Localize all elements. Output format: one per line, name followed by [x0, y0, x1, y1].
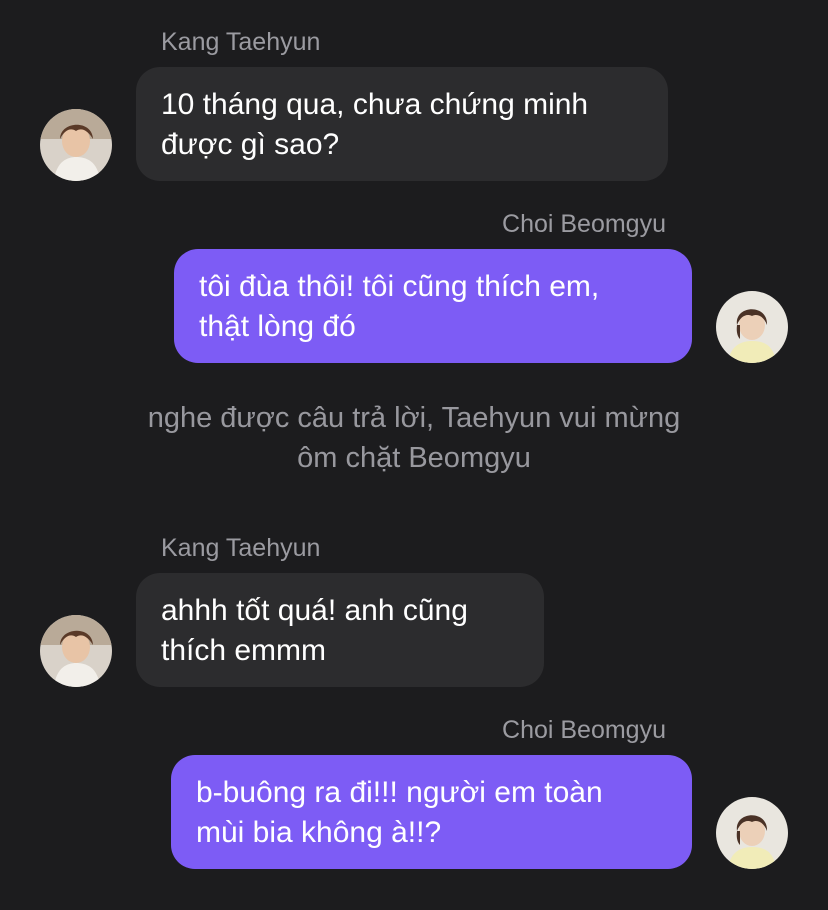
narration-line: nghe được câu trả lời, Taehyun vui mừng: [147, 402, 681, 434]
message-bubble-taehyun-1[interactable]: 10 tháng qua, chưa chứng minh được gì sa…: [136, 67, 668, 181]
message-bubble-beomgyu-1[interactable]: tôi đùa thôi! tôi cũng thích em, thật lò…: [174, 249, 692, 363]
beomgyu-avatar-icon[interactable]: [716, 291, 788, 363]
taehyun-avatar-icon[interactable]: [40, 615, 112, 687]
sender-name-beomgyu: Choi Beomgyu: [502, 210, 666, 238]
message-text-line: mùi bia không à!!?: [196, 816, 442, 849]
message-text-line: thích emmm: [161, 634, 327, 667]
taehyun-avatar-icon[interactable]: [40, 109, 112, 181]
beomgyu-avatar-icon[interactable]: [716, 797, 788, 869]
message-text-line: 10 tháng qua, chưa chứng minh: [161, 88, 589, 121]
message-text-line: tôi đùa thôi! tôi cũng thích em,: [199, 270, 600, 303]
narration-line: ôm chặt Beomgyu: [297, 442, 531, 474]
message-text-line: ahhh tốt quá! anh cũng: [161, 594, 468, 627]
sender-name-taehyun: Kang Taehyun: [161, 28, 321, 56]
message-bubble-beomgyu-2[interactable]: b-buông ra đi!!! người em toàn mùi bia k…: [171, 755, 692, 869]
sender-name-taehyun: Kang Taehyun: [161, 534, 321, 562]
sender-name-beomgyu: Choi Beomgyu: [502, 716, 666, 744]
message-text-line: thật lòng đó: [199, 310, 356, 343]
message-bubble-taehyun-2[interactable]: ahhh tốt quá! anh cũng thích emmm: [136, 573, 544, 687]
message-text-line: b-buông ra đi!!! người em toàn: [196, 776, 603, 809]
message-text-line: được gì sao?: [161, 128, 340, 161]
narration-text: nghe được câu trả lời, Taehyun vui mừng …: [0, 398, 828, 478]
